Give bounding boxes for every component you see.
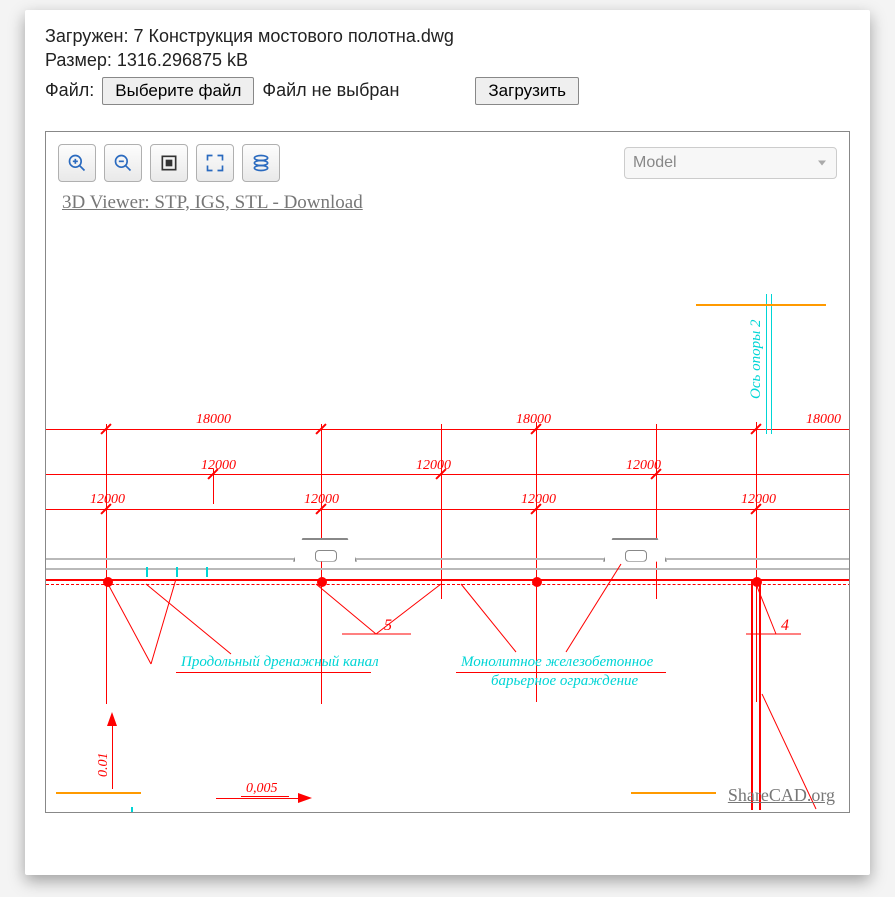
- file-row: Файл: Выберите файл Файл не выбран Загру…: [45, 77, 850, 105]
- promo-link-anchor[interactable]: 3D Viewer: STP, IGS, STL - Download: [62, 192, 363, 213]
- anno-right-1: Монолитное железобетонное: [461, 654, 653, 671]
- view-selected-value: Model: [633, 154, 677, 172]
- size-line: Размер: 1316.296875 kB: [45, 48, 850, 72]
- scale-v: 0.01: [96, 752, 112, 777]
- anno-right-2: барьерное ограждение: [491, 673, 638, 690]
- layers-icon: [251, 153, 271, 173]
- upload-button[interactable]: Загрузить: [475, 77, 579, 105]
- zoom-in-icon: [67, 153, 87, 173]
- drawing-canvas[interactable]: 18000 18000 18000 12000 12000 12000 1200…: [46, 224, 849, 812]
- promo-link: 3D Viewer: STP, IGS, STL - Download: [46, 186, 849, 224]
- loaded-file: 7 Конструкция мостового полотна.dwg: [133, 26, 453, 46]
- loaded-line: Загружен: 7 Конструкция мостового полотн…: [45, 24, 850, 48]
- view-select[interactable]: Model: [624, 147, 837, 179]
- leader-4: 4: [781, 617, 789, 635]
- fit-icon: [205, 153, 225, 173]
- choose-file-button[interactable]: Выберите файл: [102, 77, 254, 105]
- zoom-in-button[interactable]: [58, 144, 96, 182]
- size-label: Размер:: [45, 50, 112, 70]
- no-file-text: Файл не выбран: [262, 78, 399, 102]
- anno-left: Продольный дренажный канал: [181, 654, 379, 671]
- scale-h: 0,005: [246, 781, 278, 797]
- zoom-out-icon: [113, 153, 133, 173]
- leader-5: 5: [384, 617, 392, 635]
- loaded-label: Загружен:: [45, 26, 128, 46]
- layers-button[interactable]: [242, 144, 280, 182]
- toolbar: Model: [46, 132, 849, 186]
- zoom-out-button[interactable]: [104, 144, 142, 182]
- file-label: Файл:: [45, 78, 94, 102]
- zoom-window-button[interactable]: [150, 144, 188, 182]
- watermark: ShareCAD.org: [728, 785, 835, 806]
- app-window: Загружен: 7 Конструкция мостового полотн…: [25, 10, 870, 875]
- viewer-frame: Model 3D Viewer: STP, IGS, STL - Downloa…: [45, 131, 850, 813]
- size-value: 1316.296875 kB: [117, 50, 248, 70]
- fit-to-screen-button[interactable]: [196, 144, 234, 182]
- header: Загружен: 7 Конструкция мостового полотн…: [25, 10, 870, 111]
- zoom-window-icon: [159, 153, 179, 173]
